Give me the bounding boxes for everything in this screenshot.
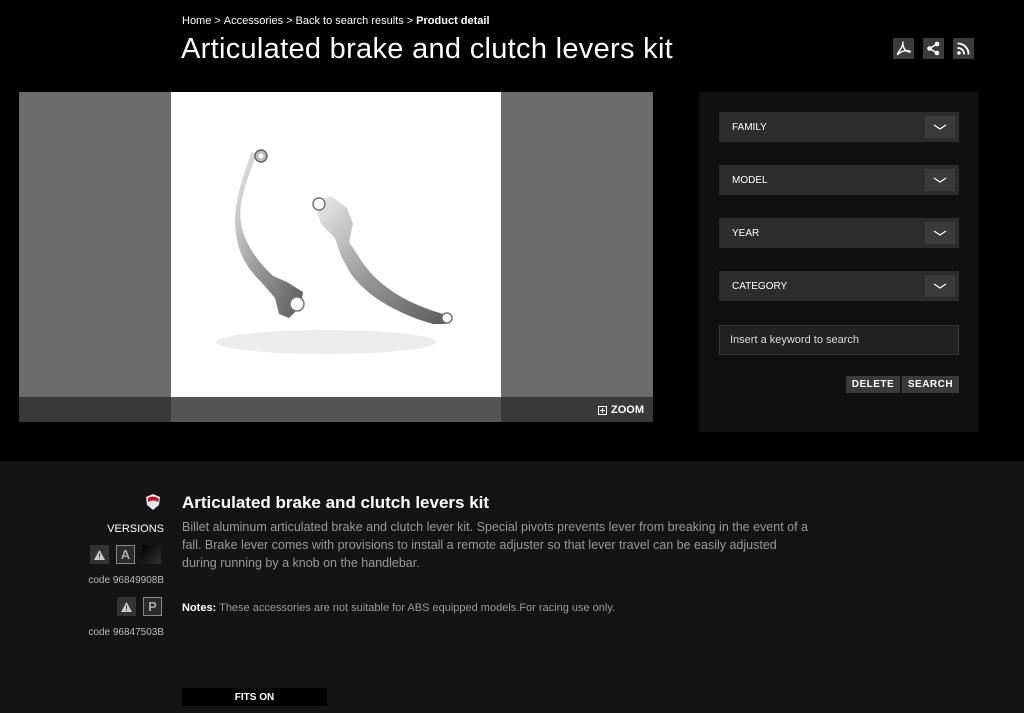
image-bar-center: [171, 397, 501, 422]
header-section: Home > Accessories > Back to search results >…: [0, 0, 1024, 461]
zoom-button[interactable]: ZOOM: [598, 404, 644, 416]
search-panel: FAMILY MODEL YEAR CATEGORY DELETE SEARCH: [699, 92, 979, 432]
version-badges-1: A: [90, 545, 161, 564]
pdf-icon[interactable]: [893, 38, 914, 59]
breadcrumb: Home > Accessories > Back to search results >…: [182, 15, 490, 27]
version-code: code 96847503B: [88, 627, 164, 638]
zoom-plus-icon: [598, 405, 607, 415]
breadcrumb-home[interactable]: Home: [182, 15, 211, 27]
breadcrumb-separator: >: [286, 15, 293, 27]
product-description: Billet aluminum articulated brake and cl…: [182, 520, 809, 570]
year-select-label: YEAR: [732, 227, 760, 239]
version-badge-a[interactable]: A: [116, 545, 135, 564]
version-badges-2: P: [117, 597, 162, 616]
version-code: code 96849908B: [88, 575, 164, 586]
year-select[interactable]: YEAR: [719, 218, 959, 248]
brand-logo-icon: [146, 494, 160, 510]
chevron-down-icon: [925, 222, 955, 244]
product-image[interactable]: [171, 92, 501, 397]
page-title: Articulated brake and clutch levers kit: [181, 33, 674, 65]
product-info-section: VERSIONS A code 96849908B P code 9684750…: [0, 461, 1024, 713]
rss-icon[interactable]: [953, 38, 974, 59]
breadcrumb-separator: >: [214, 15, 221, 27]
notes-label: Notes:: [182, 602, 217, 614]
share-icon[interactable]: [923, 38, 944, 59]
category-select[interactable]: CATEGORY: [719, 271, 959, 301]
chevron-down-icon: [925, 169, 955, 191]
levers-illustration: [216, 149, 453, 354]
product-gallery[interactable]: ZOOM: [19, 92, 653, 422]
model-select-label: MODEL: [732, 174, 768, 186]
chevron-down-icon: [925, 275, 955, 297]
versions-label: VERSIONS: [107, 523, 164, 535]
fits-on-tab[interactable]: FITS ON: [182, 688, 327, 706]
warning-icon[interactable]: [117, 597, 136, 616]
product-notes: Notes: These accessories are not suitabl…: [182, 602, 615, 614]
version-badge-p[interactable]: P: [143, 597, 162, 616]
keyword-search-input[interactable]: [719, 325, 959, 355]
product-title: Articulated brake and clutch levers kit: [182, 493, 490, 512]
breadcrumb-current: Product detail: [416, 15, 490, 27]
delete-button[interactable]: DELETE: [846, 376, 900, 393]
category-select-label: CATEGORY: [732, 280, 788, 292]
family-select[interactable]: FAMILY: [719, 112, 959, 142]
notes-text: These accessories are not suitable for A…: [219, 602, 616, 614]
breadcrumb-back[interactable]: Back to search results: [296, 15, 404, 27]
warning-icon[interactable]: [90, 545, 109, 564]
search-button[interactable]: SEARCH: [902, 376, 959, 393]
toolbar: [893, 38, 974, 59]
chevron-down-icon: [925, 116, 955, 138]
breadcrumb-separator: >: [406, 15, 414, 27]
color-swatch-black[interactable]: [142, 545, 161, 564]
family-select-label: FAMILY: [732, 121, 767, 133]
breadcrumb-accessories[interactable]: Accessories: [224, 15, 283, 27]
zoom-label: ZOOM: [611, 404, 644, 416]
model-select[interactable]: MODEL: [719, 165, 959, 195]
